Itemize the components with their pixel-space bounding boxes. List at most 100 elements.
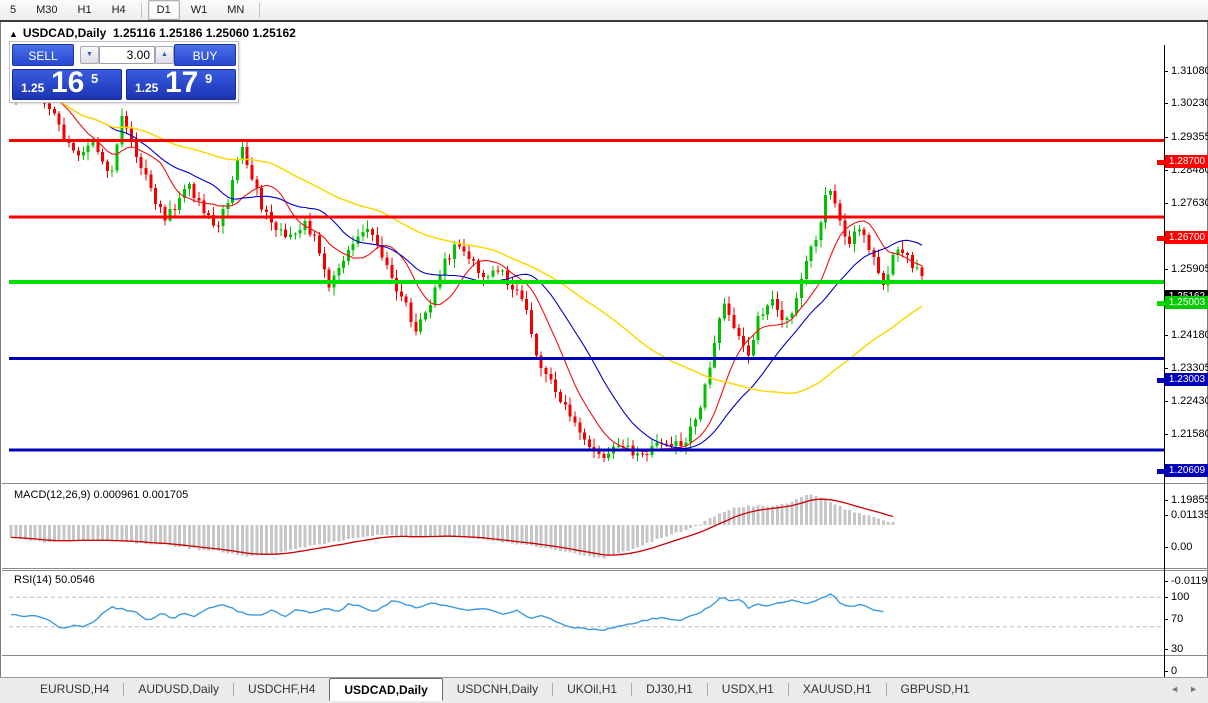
sell-price-point: 5 (91, 71, 99, 86)
rsi-tick-label: 30 (1171, 642, 1184, 655)
buy-price-base: 1.25 (135, 81, 159, 95)
chart-tab-audusd[interactable]: AUDUSD,Daily (124, 678, 233, 699)
fast-ma-line (10, 93, 923, 453)
timeframe-button-h4[interactable]: H4 (103, 0, 135, 20)
price-tick (1164, 334, 1168, 336)
rsi-panel-separator-a[interactable] (2, 568, 1208, 569)
macd-tick (1164, 580, 1168, 582)
macd-tick (1164, 547, 1168, 548)
chart-symbol-label: USDCAD,Daily (22, 26, 107, 40)
price-tick (1164, 136, 1168, 138)
chart-tab-dj30[interactable]: DJ30,H1 (632, 678, 707, 699)
macd-tick (1164, 515, 1168, 516)
price-badge-1.23003: 1.23003 (1165, 372, 1208, 386)
price-tick-label: 1.30230 (1171, 97, 1208, 110)
sell-price-base: 1.25 (21, 81, 45, 95)
chart-tab-eurusd[interactable]: EURUSD,H4 (26, 678, 123, 699)
rsi-tick-label: 0 (1171, 665, 1178, 677)
toolbar-separator (259, 2, 261, 18)
chart-window: ▲ USDCAD,Daily 1.25116 1.25186 1.25060 1.… (0, 22, 1208, 694)
trade-panel-collapse-icon[interactable]: ▲ (9, 29, 18, 39)
chart-tab-xauusd[interactable]: XAUUSD,H1 (789, 678, 886, 699)
price-tick-label: 1.29355 (1171, 130, 1208, 143)
buy-price-pips: 17 (165, 66, 199, 99)
line-end-marker (1157, 469, 1165, 475)
chart-title: ▲ USDCAD,Daily 1.25116 1.25186 1.25060 1.… (9, 26, 296, 40)
buy-price-point: 9 (205, 71, 213, 86)
line-end-marker (1157, 236, 1165, 242)
line-end-marker (1157, 159, 1165, 165)
sell-price-pips: 16 (51, 66, 85, 99)
toolbar-separator (140, 2, 142, 18)
price-tick (1164, 170, 1168, 172)
timeframe-button-mn[interactable]: MN (218, 0, 253, 20)
rsi-tick (1164, 671, 1168, 672)
buy-button[interactable]: BUY (174, 44, 236, 66)
chart-tab-usdx[interactable]: USDX,H1 (708, 678, 788, 699)
macd-tick-label: -0.01190 (1171, 574, 1208, 587)
one-click-trade-panel: SELL ▼ ▲ BUY 1.25 16 5 1.25 17 9 (9, 41, 239, 103)
price-tick-label: 1.21580 (1171, 428, 1208, 440)
price-tick-label: 1.27630 (1171, 196, 1208, 209)
price-axis-line (1164, 45, 1165, 677)
price-tick (1164, 401, 1168, 403)
macd-tick-label: 0.01135 (1171, 509, 1208, 521)
timeframe-button-5[interactable]: 5 (1, 0, 25, 20)
chart-tab-usdchf[interactable]: USDCHF,H4 (234, 678, 329, 699)
chart-tab-bar: EURUSD,H4 AUDUSD,Daily USDCHF,H4 USDCAD,Dai… (0, 677, 1208, 703)
rsi-indicator-canvas[interactable] (9, 571, 1164, 654)
chart-tab-gbpusd[interactable]: GBPUSD,H1 (887, 678, 984, 699)
tab-scroll-left-icon[interactable]: ◄ (1170, 684, 1179, 694)
volume-input[interactable] (99, 46, 155, 64)
rsi-tick-label: 100 (1171, 591, 1190, 603)
chart-tab-usdcad[interactable]: USDCAD,Daily (329, 678, 443, 701)
price-badge-1.25003: 1.25003 (1165, 296, 1208, 310)
price-badge-1.20609: 1.20609 (1165, 464, 1208, 478)
rsi-tick-label: 70 (1171, 613, 1184, 626)
price-tick (1164, 434, 1168, 435)
price-tick (1164, 202, 1168, 204)
rsi-line (10, 592, 884, 632)
tab-scroll-nav: ◄ ► (1170, 678, 1208, 700)
line-end-marker (1157, 377, 1165, 383)
macd-panel-separator[interactable] (2, 483, 1208, 484)
timeframe-toolbar: 5 M30 H1 H4 D1 W1 MN (0, 0, 1208, 22)
price-badge-1.28700: 1.28700 (1165, 154, 1208, 168)
price-tick (1164, 268, 1168, 270)
tabs-holder: EURUSD,H4 AUDUSD,Daily USDCHF,H4 USDCAD,Dai… (26, 678, 984, 701)
chart-tab-usdcnh[interactable]: USDCNH,Daily (443, 678, 552, 699)
macd-histogram (9, 494, 895, 559)
timeframe-button-m30[interactable]: M30 (27, 0, 66, 20)
price-tick (1164, 368, 1168, 370)
mt4-terminal: 5 M30 H1 H4 D1 W1 MN ▲ USDCAD,Daily 1.25116 1.2… (0, 0, 1208, 703)
price-tick (1164, 103, 1168, 105)
chart-tab-ukoil[interactable]: UKOil,H1 (553, 678, 631, 699)
sell-button[interactable]: SELL (12, 44, 74, 66)
price-tick-label: 1.31080 (1171, 64, 1208, 77)
macd-signal-line (10, 498, 894, 556)
price-tick-label: 1.25905 (1171, 262, 1208, 275)
timeframe-button-d1[interactable]: D1 (147, 0, 180, 20)
price-tick-label: 1.24180 (1171, 328, 1208, 341)
rsi-tick (1164, 648, 1168, 650)
line-end-marker (1157, 301, 1165, 307)
tab-scroll-right-icon[interactable]: ► (1189, 684, 1198, 694)
sell-price-display[interactable]: 1.25 16 5 (12, 66, 122, 100)
timeframe-button-h1[interactable]: H1 (69, 0, 101, 20)
macd-tick-label: 0.00 (1171, 541, 1193, 553)
volume-decrease-button[interactable]: ▼ (80, 46, 99, 64)
volume-increase-button[interactable]: ▲ (155, 46, 174, 64)
timeframe-button-w1[interactable]: W1 (182, 0, 217, 20)
price-tick-label: 1.22430 (1171, 395, 1208, 408)
buy-price-display[interactable]: 1.25 17 9 (126, 66, 236, 100)
price-badge-1.26700: 1.26700 (1165, 231, 1208, 245)
price-tick-label: 1.19855 (1171, 493, 1208, 506)
medium-ma-line (10, 93, 923, 449)
price-tick (1164, 499, 1168, 501)
rsi-tick (1164, 597, 1168, 598)
chart-ohlc-values: 1.25116 1.25186 1.25060 1.25162 (112, 26, 296, 40)
rsi-label: RSI(14) 50.0546 (14, 574, 95, 586)
date-axis-separator (2, 655, 1208, 656)
rsi-tick (1164, 619, 1168, 621)
macd-label: MACD(12,26,9) 0.000961 0.001705 (14, 489, 189, 501)
